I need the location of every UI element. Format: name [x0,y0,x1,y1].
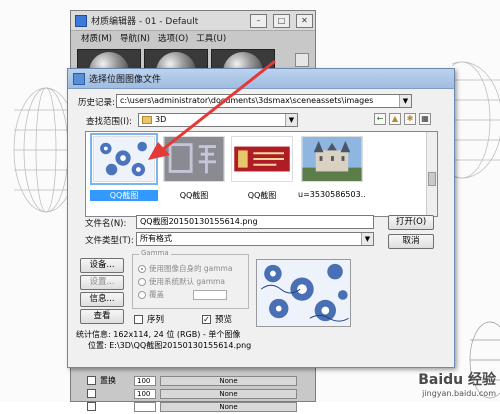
history-label: 历史记录: [78,98,115,108]
map-row-amount[interactable] [134,401,156,412]
gamma-option-override[interactable]: 覆盖 [138,289,227,300]
back-icon[interactable]: ← [374,113,386,125]
history-combo[interactable]: c:\users\administrator\documents\3dsmax\… [116,94,412,108]
map-row: 置换 100 None [87,375,297,386]
red-banner-thumbnail [231,136,293,182]
close-icon[interactable]: ✕ [296,13,313,28]
filename-input[interactable]: QQ截图20150130155614.png [136,215,374,229]
map-row-label: 置换 [100,376,116,385]
menu-material[interactable]: 材质(M) [81,32,112,44]
minimize-icon[interactable]: – [250,13,267,28]
map-rows: 置换 100 None 100 None None [87,375,297,414]
gamma-override-spinner[interactable] [193,289,227,300]
watermark-url: jingyan.baidu.com [422,389,496,398]
map-row-button[interactable]: None [160,401,297,412]
filetype-value: 所有格式 [140,234,172,243]
file-name: QQ截图 [247,191,277,200]
map-row: None [87,401,297,412]
filename-value: QQ截图20150130155614.png [140,217,258,226]
map-row-amount[interactable]: 100 [134,388,156,399]
map-row-checkbox[interactable] [87,402,96,411]
castle-thumbnail [301,136,363,182]
info-button[interactable]: 信息... [80,292,124,307]
gamma-option-system-label: 使用系统默认 gamma [149,277,225,286]
map-row-checkbox[interactable] [87,376,96,385]
filetype-combo[interactable]: 所有格式 ▼ [136,232,374,246]
radio-icon [138,290,146,299]
gamma-option-image[interactable]: 使用图像自身的 gamma [138,263,232,274]
stats-location: 位置: E:\3D\QQ截图20150130155614.png [88,341,252,350]
view-button[interactable]: 查看 [80,309,124,324]
select-bitmap-dialog: 选择位图图像文件 历史记录: c:\users\administrator\do… [67,68,455,368]
file-item[interactable]: QQ截图 [160,136,228,201]
gamma-option-override-label: 覆盖 [149,290,164,299]
gamma-legend: Gamma [139,249,171,257]
preview-checkbox[interactable]: ✓ [202,314,211,324]
file-name: QQ截图 [90,190,158,201]
image-preview [256,259,351,327]
preview-checkbox-row[interactable]: ✓ 预览 [202,313,232,325]
settings-button[interactable]: 设置... [80,275,124,290]
radio-icon [138,277,146,286]
stats-info: 统计信息: 162x114, 24 位 (RGB) - 单个图像 [76,330,241,339]
chevron-down-icon[interactable]: ▼ [361,233,373,245]
scrollbar-thumb[interactable] [428,172,436,186]
map-row-checkbox[interactable] [87,389,96,398]
sequence-label: 序列 [147,315,165,325]
dialog-app-icon [73,72,85,85]
view-menu-icon[interactable]: ▦ [419,113,431,125]
maximize-icon[interactable]: □ [273,13,290,28]
cancel-button[interactable]: 取消 [388,234,434,249]
lookin-combo[interactable]: 3D ▼ [138,113,298,127]
chevron-down-icon[interactable]: ▼ [399,95,411,107]
chevron-down-icon[interactable]: ▼ [285,114,297,126]
map-row-amount[interactable]: 100 [134,375,156,386]
menu-options[interactable]: 选项(O) [158,32,188,44]
file-name: u=3530586503... [298,190,366,199]
lookin-label: 查找范围(I): [86,117,133,127]
sequence-checkbox[interactable] [134,314,143,324]
radio-icon [138,264,146,273]
file-list-scrollbar[interactable] [426,132,437,216]
menu-tools[interactable]: 工具(U) [196,32,226,44]
map-row-button[interactable]: None [160,375,297,386]
material-editor-app-icon [75,14,87,27]
file-item[interactable]: QQ截图 [228,136,296,201]
material-editor-titlebar: 材质编辑器 - 01 - Default – □ ✕ [71,11,315,31]
calligraphy-thumbnail [163,136,225,182]
map-row-button[interactable]: None [160,388,297,399]
sequence-checkbox-row[interactable]: 序列 [134,313,164,325]
image-statistics: 统计信息: 162x114, 24 位 (RGB) - 单个图像 位置: E:\… [76,329,251,351]
folder-nav-icons: ← ▲ ✱ ▦ [374,113,431,125]
porcelain-thumbnail [90,133,158,185]
file-name: QQ截图 [179,191,209,200]
file-item[interactable]: u=3530586503... [298,136,366,199]
baidu-watermark: Baidu 经验 jingyan.baidu.com [418,369,496,398]
dialog-titlebar: 选择位图图像文件 [68,69,454,89]
setup-button[interactable]: 设备... [80,258,124,273]
preview-label: 预览 [215,315,233,325]
up-folder-icon[interactable]: ▲ [389,113,401,125]
new-folder-icon[interactable]: ✱ [404,113,416,125]
filetype-label: 文件类型(T): [85,236,134,246]
lookin-value: 3D [155,115,167,124]
folder-icon [142,115,152,124]
gamma-option-image-label: 使用图像自身的 gamma [149,264,233,273]
open-button[interactable]: 打开(O) [388,215,434,230]
watermark-logo: Baidu 经验 [418,372,496,388]
material-editor-menubar: 材质(M) 导航(N) 选项(O) 工具(U) [71,31,315,45]
material-editor-title: 材质编辑器 - 01 - Default [91,17,199,27]
map-row: 100 None [87,388,297,399]
gamma-option-system[interactable]: 使用系统默认 gamma [138,276,225,287]
file-item[interactable]: QQ截图 [90,133,158,201]
menu-navigation[interactable]: 导航(N) [120,32,150,44]
wireframe-right [452,61,500,179]
gamma-group: Gamma 使用图像自身的 gamma 使用系统默认 gamma 覆盖 [132,249,249,309]
history-value: c:\users\administrator\documents\3dsmax\… [120,96,374,105]
dialog-title: 选择位图图像文件 [89,75,162,85]
sample-type-icon[interactable] [295,53,309,67]
file-list: QQ截图 QQ截图 QQ截图 u=3530586503... [85,131,438,217]
filename-label: 文件名(N): [85,219,127,229]
